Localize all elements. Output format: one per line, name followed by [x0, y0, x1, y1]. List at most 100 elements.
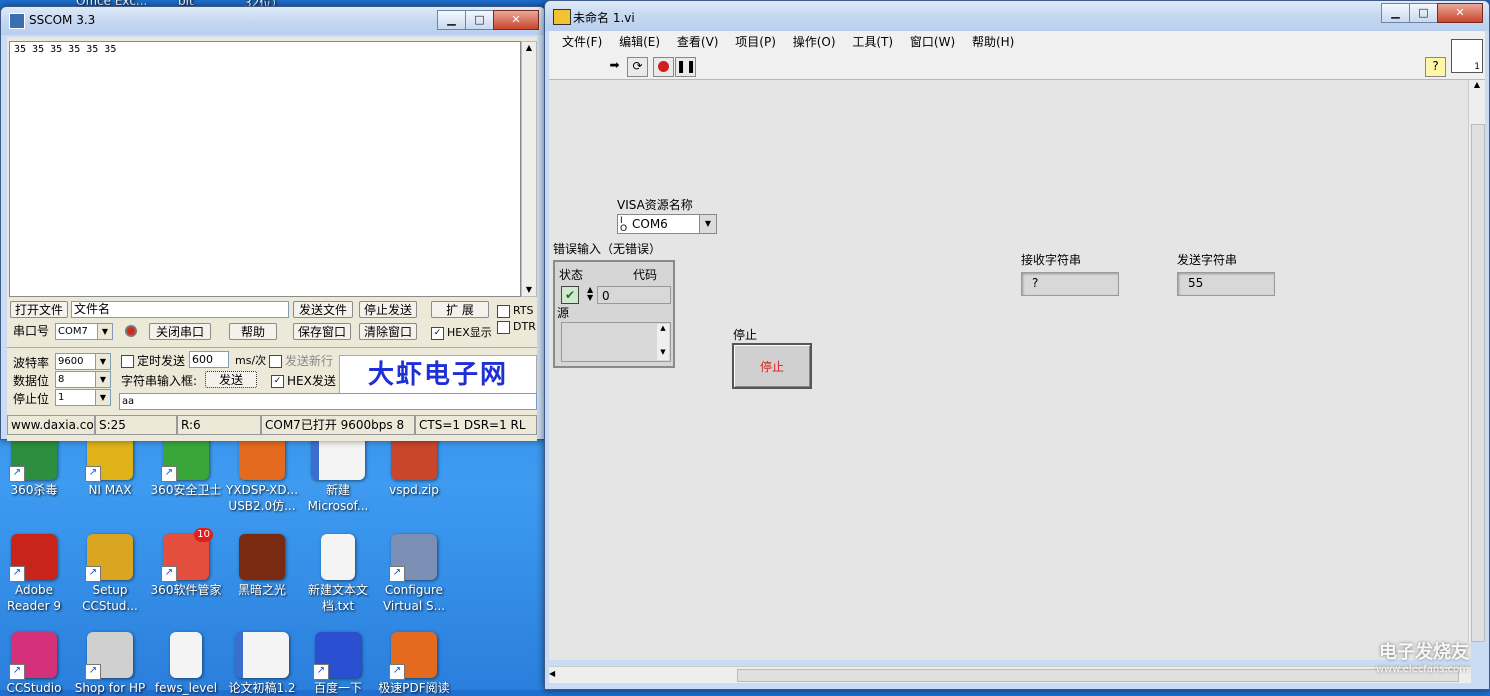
desktop-icon-vspd-zip[interactable]: vspd.zip	[376, 434, 452, 498]
receive-scrollbar[interactable]: ▲ ▼	[521, 41, 537, 297]
scroll-down-icon[interactable]: ▼	[522, 284, 536, 296]
error-source-textbox[interactable]: ▲ ▼	[561, 322, 671, 362]
desktop-icon-label: Configure Virtual S...	[382, 583, 446, 613]
status-website: www.daxia.com	[7, 415, 95, 435]
desktop-icon-baidu[interactable]: ↗ 百度一下	[300, 632, 376, 696]
scroll-left-icon[interactable]: ◀	[549, 669, 555, 678]
databits-select[interactable]: 8 ▼	[55, 371, 111, 388]
send-string-control[interactable]: 55	[1177, 272, 1275, 296]
desktop-icon-new-word-doc[interactable]: 新建 Microsof...	[300, 434, 376, 514]
close-button[interactable]: ✕	[493, 10, 539, 30]
menu-window[interactable]: 窗口(W)	[910, 31, 955, 53]
sscom-titlebar[interactable]: SSCOM 3.3 ▁ □ ✕	[1, 7, 545, 35]
scroll-thumb[interactable]	[737, 669, 1459, 682]
desktop-icon-new-text-file[interactable]: 新建文本文档.txt	[300, 534, 376, 614]
menu-edit[interactable]: 编辑(E)	[619, 31, 660, 53]
hex-display-checkbox[interactable]: ✓	[431, 327, 444, 340]
chevron-down-icon[interactable]: ▼	[97, 324, 112, 339]
minimize-button[interactable]: ▁	[437, 10, 466, 30]
chevron-down-icon[interactable]: ▼	[95, 390, 110, 405]
desktop-icon-fews-level[interactable]: fews_level	[148, 632, 224, 696]
desktop-icon-fast-pdf-reader[interactable]: ↗ 极速PDF阅读	[376, 632, 452, 696]
maximize-button[interactable]: □	[1409, 3, 1438, 23]
close-port-button[interactable]: 关闭串口	[149, 323, 211, 340]
vi-connector-pane-icon[interactable]: 1	[1451, 39, 1483, 73]
scroll-up-icon[interactable]: ▲	[522, 42, 536, 54]
menu-view[interactable]: 查看(V)	[677, 31, 719, 53]
stop-button[interactable]: 停止	[732, 343, 812, 389]
desktop-icon-adobe-reader[interactable]: ↗ Adobe Reader 9	[0, 534, 72, 614]
run-continuously-icon[interactable]: ⟳	[627, 57, 648, 77]
interval-input[interactable]: 600	[189, 351, 229, 368]
send-button[interactable]: 发送	[205, 371, 257, 388]
chevron-down-icon[interactable]: ▼	[699, 215, 716, 233]
maximize-button[interactable]: □	[465, 10, 494, 30]
horizontal-scrollbar[interactable]: ◀	[549, 666, 1471, 683]
run-arrow-icon[interactable]: ➡	[605, 57, 624, 75]
menu-project[interactable]: 项目(P)	[735, 31, 776, 53]
stopbits-select[interactable]: 1 ▼	[55, 389, 111, 406]
status-received-count: R:6	[177, 415, 261, 435]
desktop-icon-label: 论文初稿1.2	[228, 681, 296, 695]
dtr-checkbox[interactable]	[497, 321, 510, 334]
port-select[interactable]: COM7 ▼	[55, 323, 113, 340]
help-button[interactable]: 帮助	[229, 323, 277, 340]
minimize-button[interactable]: ▁	[1381, 3, 1410, 23]
desktop-icon-configure-virtual-serial[interactable]: ↗ Configure Virtual S...	[376, 534, 452, 614]
desktop-icon-yxdsp[interactable]: YXDSP-XD... USB2.0仿...	[224, 434, 300, 514]
labview-titlebar[interactable]: 未命名 1.vi ▁ □ ✕	[545, 1, 1489, 31]
expand-button[interactable]: 扩 展	[431, 301, 489, 318]
software-manager-icon: 10 ↗	[161, 528, 213, 582]
desktop-icon-ni-max[interactable]: ↗ NI MAX	[72, 434, 148, 498]
open-file-button[interactable]: 打开文件	[10, 301, 68, 318]
menu-bar: 文件(F) 编辑(E) 查看(V) 项目(P) 操作(O) 工具(T) 窗口(W…	[549, 31, 1485, 53]
receive-text-area[interactable]: 35 35 35 35 35 35	[9, 41, 521, 297]
desktop-icon-360-software-manager[interactable]: 10 ↗ 360软件管家	[148, 528, 224, 598]
status-line-signals: CTS=1 DSR=1 RL	[415, 415, 537, 435]
menu-operate[interactable]: 操作(O)	[793, 31, 836, 53]
hex-send-checkbox[interactable]: ✓	[271, 375, 284, 388]
source-label: 源	[557, 306, 570, 320]
menu-tools[interactable]: 工具(T)	[852, 31, 893, 53]
chevron-down-icon[interactable]: ▼	[95, 354, 110, 369]
sscom-client-area: 35 35 35 35 35 35 ▲ ▼ 打开文件 文件名 发送文件 停止发送…	[7, 37, 537, 441]
timed-send-checkbox[interactable]	[121, 355, 134, 368]
desktop-icon-360-safe[interactable]: ↗ 360安全卫士	[148, 434, 224, 498]
file-name-input[interactable]: 文件名	[71, 301, 289, 318]
desktop-icon-360-antivirus[interactable]: ↗ 360杀毒	[0, 434, 72, 498]
error-code-input[interactable]: 0	[597, 286, 671, 304]
scroll-thumb[interactable]	[1471, 124, 1485, 642]
menu-help[interactable]: 帮助(H)	[972, 31, 1014, 53]
stopbits-label: 停止位	[13, 392, 50, 406]
clear-window-button[interactable]: 清除窗口	[359, 323, 417, 340]
chevron-down-icon[interactable]: ▼	[95, 372, 110, 387]
desktop-icon-setup-ccstudio[interactable]: ↗ Setup CCStud...	[72, 534, 148, 614]
baud-select[interactable]: 9600 ▼	[55, 353, 111, 370]
source-scrollbar[interactable]: ▲ ▼	[657, 324, 669, 360]
desktop-icon-shop-for-hp[interactable]: ↗ Shop for HP	[72, 632, 148, 696]
desktop-icon-label: 极速PDF阅读	[378, 681, 450, 695]
send-string-input[interactable]: aa	[119, 393, 537, 410]
desktop-icon-dark-light-game[interactable]: 黑暗之光	[224, 534, 300, 598]
menu-file[interactable]: 文件(F)	[562, 31, 602, 53]
send-file-button[interactable]: 发送文件	[293, 301, 353, 318]
visa-resource-control[interactable]: IO COM6 ▼	[617, 214, 717, 234]
databits-label: 数据位	[13, 374, 50, 388]
help-icon[interactable]: ?	[1425, 57, 1446, 77]
desktop-icon-ccstudio[interactable]: ↗ CCStudio	[0, 632, 72, 696]
close-button[interactable]: ✕	[1437, 3, 1483, 23]
abort-execution-icon[interactable]	[653, 57, 674, 77]
increment-arrows-icon[interactable]: ▲ ▼	[587, 286, 593, 302]
vertical-scrollbar[interactable]: ▲	[1468, 80, 1485, 642]
rts-checkbox[interactable]	[497, 305, 510, 318]
error-in-label: 错误输入（无错误）	[553, 242, 662, 256]
status-check-icon[interactable]: ✔	[561, 286, 579, 304]
desktop-icon-thesis-draft[interactable]: 论文初稿1.2	[224, 632, 300, 696]
scroll-up-icon[interactable]: ▲	[1469, 80, 1485, 89]
visa-io-icon: IO	[620, 216, 628, 234]
send-newline-checkbox[interactable]	[269, 355, 282, 368]
pause-icon[interactable]: ❚❚	[675, 57, 696, 77]
status-port-info: COM7已打开 9600bps 8	[261, 415, 415, 435]
save-window-button[interactable]: 保存窗口	[293, 323, 351, 340]
stop-send-button[interactable]: 停止发送	[359, 301, 417, 318]
